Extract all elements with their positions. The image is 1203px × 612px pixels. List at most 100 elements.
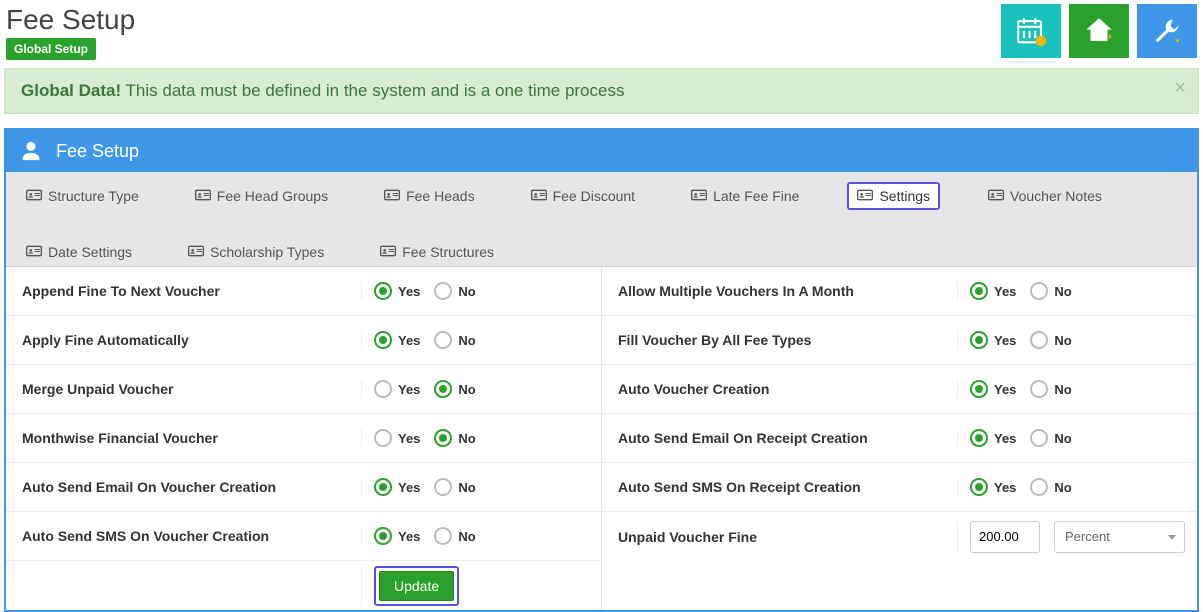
- setting-controls: Yes No: [361, 478, 601, 496]
- radio-no[interactable]: No: [1030, 282, 1071, 300]
- radio-yes-label: Yes: [398, 382, 420, 397]
- radio-yes[interactable]: Yes: [374, 331, 420, 349]
- radio-circle-icon: [374, 478, 392, 496]
- update-button[interactable]: Update: [379, 571, 454, 601]
- radio-no-label: No: [1054, 333, 1071, 348]
- radio-circle-icon: [434, 527, 452, 545]
- tab-label: Structure Type: [48, 188, 139, 204]
- tab-fee-heads[interactable]: Fee Heads: [376, 182, 482, 210]
- radio-no-label: No: [458, 529, 475, 544]
- tab-late-fee-fine[interactable]: Late Fee Fine: [683, 182, 807, 210]
- tab-label: Fee Structures: [402, 244, 494, 260]
- radio-yes-label: Yes: [398, 529, 420, 544]
- radio-no[interactable]: No: [434, 380, 475, 398]
- tab-fee-discount[interactable]: Fee Discount: [523, 182, 643, 210]
- setting-label: Auto Voucher Creation: [602, 381, 957, 397]
- tab-date-settings[interactable]: Date Settings: [18, 238, 140, 266]
- radio-circle-icon: [970, 478, 988, 496]
- radio-yes[interactable]: Yes: [374, 429, 420, 447]
- update-button-highlight: Update: [374, 566, 459, 606]
- setting-row: Monthwise Financial Voucher Yes No: [6, 414, 601, 463]
- setting-controls: Yes No: [361, 282, 601, 300]
- radio-yes[interactable]: Yes: [970, 380, 1016, 398]
- radio-yes-label: Yes: [398, 284, 420, 299]
- setting-label: Monthwise Financial Voucher: [6, 430, 361, 446]
- radio-no[interactable]: No: [434, 478, 475, 496]
- radio-circle-icon: [970, 429, 988, 447]
- alert-text: This data must be defined in the system …: [121, 81, 624, 100]
- radio-yes[interactable]: Yes: [374, 380, 420, 398]
- radio-no[interactable]: No: [434, 282, 475, 300]
- alert-close-button[interactable]: ×: [1174, 77, 1186, 100]
- setting-controls: Yes No: [361, 527, 601, 545]
- setting-controls: Yes No: [957, 429, 1197, 447]
- setting-label: Allow Multiple Vouchers In A Month: [602, 283, 957, 299]
- radio-yes[interactable]: Yes: [970, 282, 1016, 300]
- radio-circle-icon: [970, 380, 988, 398]
- tab-fee-structures[interactable]: Fee Structures: [372, 238, 502, 266]
- radio-no-label: No: [458, 480, 475, 495]
- radio-no[interactable]: No: [1030, 478, 1071, 496]
- setting-label: Merge Unpaid Voucher: [6, 381, 361, 397]
- setting-controls: Yes No: [957, 331, 1197, 349]
- radio-no[interactable]: No: [434, 331, 475, 349]
- radio-no[interactable]: No: [1030, 331, 1071, 349]
- radio-no[interactable]: No: [1030, 380, 1071, 398]
- setting-row: Auto Send Email On Receipt Creation Yes No: [602, 414, 1197, 463]
- tab-scholarship-types[interactable]: Scholarship Types: [180, 238, 332, 266]
- radio-no-label: No: [458, 333, 475, 348]
- setting-row: Append Fine To Next VoucherYesNo: [6, 267, 601, 316]
- radio-no-label: No: [1054, 480, 1071, 495]
- page-header: Fee Setup Global Setup: [0, 0, 1203, 68]
- radio-yes[interactable]: Yes: [374, 527, 420, 545]
- card-icon: [380, 244, 396, 261]
- tab-structure-type[interactable]: Structure Type: [18, 182, 147, 210]
- setting-controls: Yes No: [361, 380, 601, 398]
- unpaid-fine-amount-input[interactable]: [970, 521, 1040, 553]
- header-actions: [1001, 4, 1197, 58]
- global-setup-badge: Global Setup: [6, 38, 96, 60]
- radio-circle-icon: [1030, 380, 1048, 398]
- tab-fee-head-groups[interactable]: Fee Head Groups: [187, 182, 336, 210]
- radio-yes[interactable]: Yes: [970, 429, 1016, 447]
- setting-controls: Yes No: [361, 429, 601, 447]
- radio-yes[interactable]: Yes: [374, 478, 420, 496]
- home-download-button[interactable]: [1069, 4, 1129, 58]
- radio-circle-icon: [374, 282, 392, 300]
- setting-controls: Yes No: [957, 380, 1197, 398]
- alert-strong: Global Data!: [21, 81, 121, 100]
- setting-row: Auto Send Email On Voucher Creation Yes No: [6, 463, 601, 512]
- update-controls: Update: [361, 566, 601, 606]
- radio-yes[interactable]: Yes: [970, 331, 1016, 349]
- radio-no-label: No: [458, 284, 475, 299]
- radio-circle-icon: [374, 527, 392, 545]
- panel-header: Fee Setup: [6, 130, 1197, 172]
- radio-no[interactable]: No: [434, 429, 475, 447]
- setting-label: Apply Fine Automatically: [6, 332, 361, 348]
- radio-yes[interactable]: Yes: [970, 478, 1016, 496]
- unpaid-fine-unit-select[interactable]: Percent: [1054, 521, 1185, 553]
- tab-settings[interactable]: Settings: [847, 182, 940, 210]
- tab-label: Fee Discount: [553, 188, 635, 204]
- global-data-alert: Global Data! This data must be defined i…: [4, 68, 1199, 114]
- radio-no[interactable]: No: [434, 527, 475, 545]
- tab-label: Scholarship Types: [210, 244, 324, 260]
- calendar-setup-button[interactable]: [1001, 4, 1061, 58]
- setting-label: Fill Voucher By All Fee Types: [602, 332, 957, 348]
- radio-yes[interactable]: Yes: [374, 282, 420, 300]
- radio-circle-icon: [970, 282, 988, 300]
- tools-button[interactable]: [1137, 4, 1197, 58]
- tab-voucher-notes[interactable]: Voucher Notes: [980, 182, 1110, 210]
- wrench-icon: [1150, 14, 1184, 48]
- card-icon: [188, 244, 204, 261]
- left-column: Append Fine To Next VoucherYesNoApply Fi…: [6, 267, 601, 610]
- radio-no[interactable]: No: [1030, 429, 1071, 447]
- radio-circle-icon: [1030, 478, 1048, 496]
- card-icon: [26, 244, 42, 261]
- radio-no-label: No: [1054, 284, 1071, 299]
- unpaid-voucher-fine-controls: Percent: [957, 521, 1197, 553]
- setting-label: Auto Send Email On Voucher Creation: [6, 479, 361, 495]
- update-row: Update: [6, 561, 601, 610]
- card-icon: [857, 188, 873, 205]
- setting-label: Auto Send Email On Receipt Creation: [602, 430, 957, 446]
